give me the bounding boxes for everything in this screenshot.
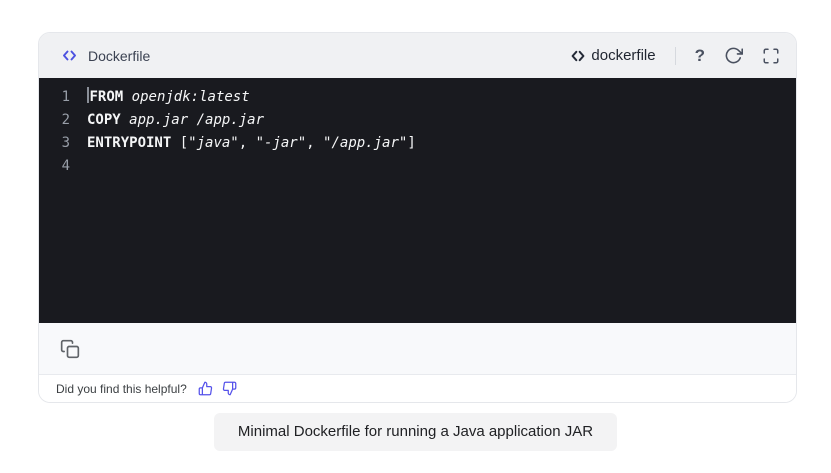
- code-line: 1 FROM openjdk:latest: [39, 86, 796, 109]
- feedback-prompt: Did you find this helpful?: [56, 381, 187, 396]
- code-token-emph: openjdk:latest: [131, 89, 250, 105]
- code-widget: Dockerfile dockerfile ? 1 FROM openjdk:l…: [38, 32, 797, 403]
- code-token-plain: [: [171, 135, 189, 151]
- code-token-plain: ]: [407, 135, 416, 151]
- fullscreen-button[interactable]: [762, 47, 780, 65]
- refresh-icon: [725, 47, 743, 64]
- copy-icon: [60, 339, 80, 358]
- code-toolbar: [39, 323, 796, 375]
- code-token-plain: ,: [238, 135, 256, 151]
- refresh-button[interactable]: [724, 46, 743, 65]
- code-line: 3 ENTRYPOINT ["java", "-jar", "/app.jar"]: [39, 132, 796, 155]
- code-line: 2 COPY app.jar /app.jar: [39, 109, 796, 132]
- header-actions: dockerfile ?: [568, 46, 780, 66]
- language-badge: dockerfile: [568, 46, 656, 66]
- code-token-emph: app.jar /app.jar: [129, 112, 265, 128]
- code-token-keyword: COPY: [87, 112, 121, 128]
- line-number: 3: [61, 135, 70, 151]
- fullscreen-icon: [763, 48, 779, 63]
- divider: [674, 46, 676, 65]
- code-editor[interactable]: 1 FROM openjdk:latest 2 COPY app.jar /app.j…: [39, 78, 796, 323]
- code-token-plain: ,: [306, 135, 324, 151]
- code-brackets-icon: [60, 46, 79, 65]
- code-lines: 1 FROM openjdk:latest 2 COPY app.jar /app.j…: [39, 86, 796, 178]
- thumbs-down-icon: [222, 381, 237, 396]
- code-line: 4: [39, 155, 796, 178]
- code-brackets-icon: [568, 46, 588, 66]
- widget-header: Dockerfile dockerfile ?: [39, 33, 796, 78]
- code-token-keyword: FROM: [89, 89, 124, 105]
- code-line-content: COPY app.jar /app.jar: [87, 109, 264, 132]
- help-button[interactable]: ?: [695, 47, 705, 64]
- caption: Minimal Dockerfile for running a Java ap…: [213, 413, 618, 451]
- thumbs-up-button[interactable]: [198, 381, 213, 396]
- line-number: 2: [61, 112, 70, 128]
- line-number: 1: [61, 89, 70, 105]
- page: Dockerfile dockerfile ? 1 FROM openjdk:l…: [0, 0, 831, 473]
- line-number: 4: [61, 158, 70, 174]
- code-token-emph: "java": [188, 135, 239, 151]
- code-line-content: FROM openjdk:latest: [87, 86, 250, 109]
- code-token-emph: "/app.jar": [323, 135, 408, 151]
- feedback-bar: Did you find this helpful?: [39, 375, 796, 402]
- code-token-emph: "-jar": [255, 135, 307, 151]
- question-mark-icon: ?: [694, 46, 705, 65]
- caption-row: Minimal Dockerfile for running a Java ap…: [0, 413, 831, 451]
- code-token-keyword: ENTRYPOINT: [87, 135, 172, 151]
- language-label: dockerfile: [591, 47, 656, 64]
- thumbs-down-button[interactable]: [222, 381, 237, 396]
- text-cursor: [87, 87, 89, 103]
- file-title: Dockerfile: [88, 47, 151, 64]
- thumbs-up-icon: [198, 381, 212, 396]
- copy-button[interactable]: [60, 339, 80, 359]
- code-line-content: ENTRYPOINT ["java", "-jar", "/app.jar"]: [87, 132, 416, 155]
